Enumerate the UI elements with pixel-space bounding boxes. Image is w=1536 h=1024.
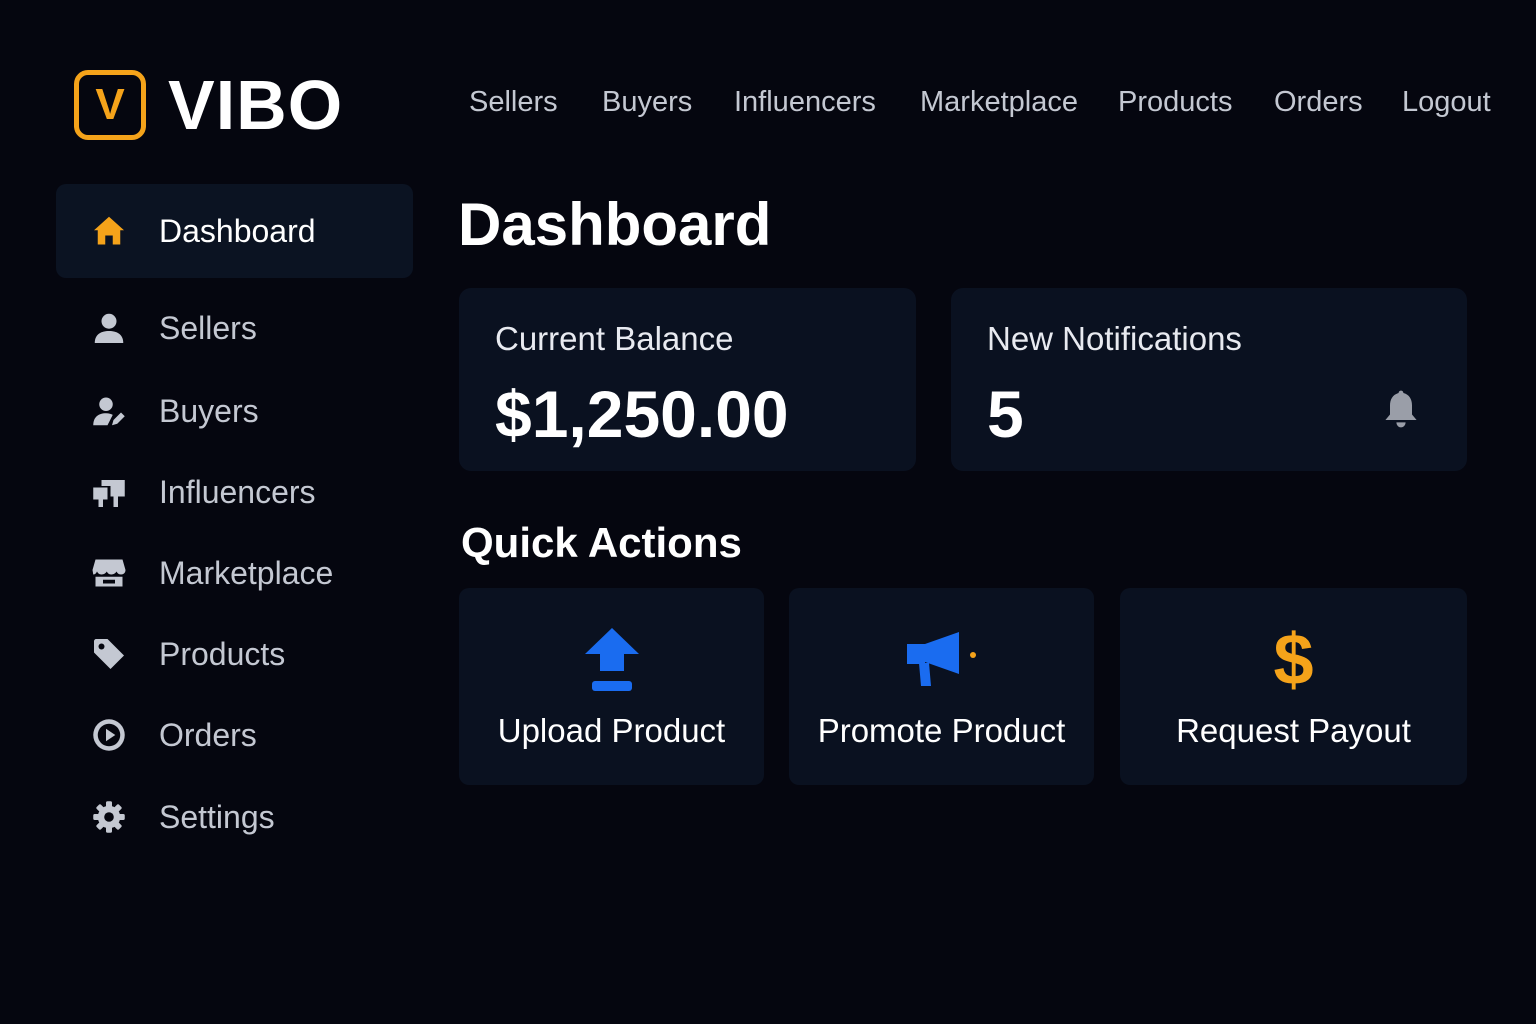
topnav-influencers[interactable]: Influencers [734, 84, 876, 120]
sidebar-item-label: Sellers [159, 309, 257, 346]
sidebar-item-orders[interactable]: Orders [56, 688, 413, 782]
megaphone-icon [905, 626, 979, 694]
upload-icon [583, 626, 641, 694]
request-payout-label: Request Payout [1176, 712, 1411, 749]
sidebar-item-label: Settings [159, 798, 275, 835]
logo-letter: V [95, 80, 125, 129]
promote-product-button[interactable]: Promote Product [789, 588, 1094, 785]
home-icon [90, 212, 128, 250]
sidebar-item-sellers[interactable]: Sellers [56, 281, 413, 375]
sidebar-item-settings[interactable]: Settings [56, 770, 413, 864]
sidebar-item-influencers[interactable]: Influencers [56, 445, 413, 539]
balance-value: $1,250.00 [495, 377, 789, 451]
notifications-label: New Notifications [987, 320, 1242, 357]
mailbox-icon [90, 473, 128, 511]
upload-product-button[interactable]: Upload Product [459, 588, 764, 785]
sidebar-item-label: Buyers [159, 392, 259, 429]
topnav-orders[interactable]: Orders [1274, 84, 1363, 120]
dollar-icon: $ [1273, 620, 1314, 700]
tag-icon [90, 635, 128, 673]
brand-name: VIBO [168, 66, 344, 144]
play-circle-icon [90, 716, 128, 754]
gear-icon [90, 798, 128, 836]
sidebar-item-marketplace[interactable]: Marketplace [56, 526, 413, 620]
store-icon [90, 554, 128, 592]
sidebar-item-label: Influencers [159, 473, 316, 510]
topnav-products[interactable]: Products [1118, 84, 1232, 120]
balance-label: Current Balance [495, 320, 734, 357]
upload-product-label: Upload Product [497, 712, 726, 749]
bell-icon[interactable] [1379, 386, 1423, 432]
user-icon [90, 309, 128, 347]
sidebar-item-products[interactable]: Products [56, 607, 413, 701]
topnav-sellers[interactable]: Sellers [469, 84, 558, 120]
notifications-card[interactable]: New Notifications 5 [951, 288, 1467, 471]
balance-card: Current Balance $1,250.00 [459, 288, 916, 471]
sidebar-item-dashboard[interactable]: Dashboard [56, 184, 413, 278]
sidebar-item-label: Products [159, 635, 286, 672]
topnav-buyers[interactable]: Buyers [602, 84, 692, 120]
quick-actions-title: Quick Actions [461, 519, 742, 566]
sidebar-item-label: Marketplace [159, 554, 334, 591]
request-payout-button[interactable]: $ Request Payout [1120, 588, 1467, 785]
sidebar-item-buyers[interactable]: Buyers [56, 364, 413, 458]
logo-mark: V [74, 70, 146, 140]
page-title: Dashboard [458, 191, 772, 258]
topnav-marketplace[interactable]: Marketplace [920, 84, 1078, 120]
topnav-logout[interactable]: Logout [1402, 84, 1491, 120]
sidebar-item-label: Dashboard [159, 212, 316, 249]
user-edit-icon [90, 392, 128, 430]
promote-product-label: Promote Product [817, 712, 1066, 749]
brand-logo[interactable]: V VIBO [74, 70, 343, 140]
notifications-count: 5 [987, 377, 1024, 451]
sidebar-item-label: Orders [159, 716, 257, 753]
